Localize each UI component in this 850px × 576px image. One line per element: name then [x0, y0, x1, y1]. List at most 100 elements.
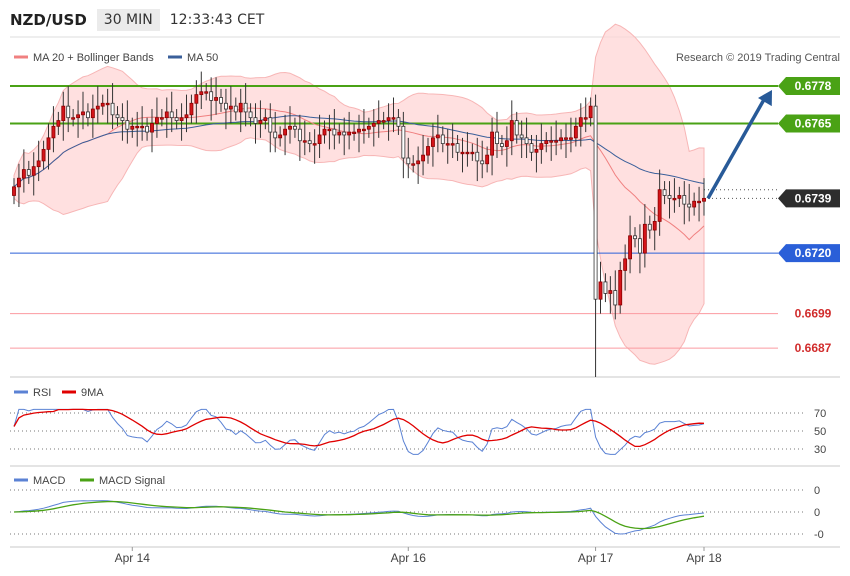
candle-body	[662, 189, 667, 196]
candle-body	[539, 143, 544, 150]
candle-body	[243, 102, 248, 113]
candle-body	[253, 117, 258, 124]
candle-body	[682, 195, 687, 205]
main-legend: MA 20 + Bollinger Bands MA 50 Research ©…	[14, 52, 840, 64]
candle-body	[61, 105, 66, 121]
candle-body	[352, 131, 356, 134]
candle-body	[573, 125, 578, 139]
candle-body	[174, 117, 179, 121]
candle-body	[569, 137, 573, 140]
candle-body	[672, 197, 677, 201]
candle-body	[588, 105, 593, 119]
candle-body	[608, 290, 613, 294]
candle-body	[519, 134, 524, 139]
macd-tick-label: -0	[814, 529, 824, 541]
candle-body	[219, 97, 223, 104]
macd-legend: MACD MACD Signal	[14, 475, 165, 487]
candle-body	[514, 120, 519, 136]
candle-body	[297, 128, 302, 142]
candle-body	[41, 148, 46, 162]
candle-body	[233, 105, 238, 113]
rsi-tick-label: 30	[814, 444, 826, 456]
x-tick-label: Apr 16	[391, 551, 427, 565]
candle-body	[228, 105, 233, 110]
candle-body	[238, 102, 243, 113]
candle-body	[495, 131, 499, 145]
rsi-legend-label: RSI	[33, 387, 51, 399]
candle-body	[460, 151, 465, 155]
candle-body	[391, 117, 396, 120]
candle-body	[214, 97, 218, 101]
candle-body	[120, 117, 125, 121]
candle-body	[135, 125, 140, 129]
target-price-label: 0.6687	[795, 341, 832, 355]
rsi-legend: RSI 9MA	[14, 387, 104, 399]
macd-tick-label: 0	[814, 485, 820, 497]
candle-body	[524, 137, 529, 145]
rsi-ma-legend-label: 9MA	[81, 387, 104, 399]
candle-body	[342, 131, 347, 136]
price-tags: 0.6778 0.6765 0.6739 0.6720 0.6699 0.6687	[778, 76, 840, 355]
candle-body	[421, 154, 425, 162]
candle-body	[184, 114, 189, 119]
candle-body	[401, 125, 406, 159]
macd-tick-label: 0	[814, 507, 820, 519]
candle-body	[362, 128, 366, 132]
candle-body	[504, 140, 509, 147]
candle-body	[283, 128, 287, 136]
candle-body	[164, 111, 169, 119]
candle-body	[194, 94, 199, 104]
bollinger-legend-label: MA 20 + Bollinger Bands	[33, 52, 154, 64]
candle-body	[327, 128, 332, 132]
candle-body	[642, 223, 647, 254]
candle-body	[293, 125, 297, 130]
target-price-label: 0.6699	[795, 307, 832, 321]
candle-body	[381, 120, 386, 123]
candle-body	[337, 131, 342, 136]
candle-body	[667, 195, 672, 199]
candle-body	[366, 125, 371, 130]
forecast-arrow	[706, 89, 772, 200]
candle-body	[628, 235, 632, 260]
candle-body	[278, 134, 283, 139]
candle-body	[657, 189, 662, 222]
candle-body	[268, 117, 273, 133]
candle-body	[435, 134, 440, 139]
forecast-arrow-shaft	[706, 95, 768, 200]
candle-body	[17, 177, 21, 188]
ma50-legend-label: MA 50	[187, 52, 218, 64]
candle-body	[603, 281, 608, 294]
candle-body	[155, 117, 159, 124]
candle-body	[130, 125, 135, 130]
support-price-label: 0.6720	[795, 246, 832, 260]
candle-body	[66, 105, 71, 119]
candle-body	[248, 111, 253, 119]
candle-body	[56, 120, 61, 127]
candle-body	[115, 114, 120, 119]
candle-body	[140, 125, 145, 129]
candle-body	[692, 200, 697, 208]
candle-body	[544, 140, 549, 145]
candle-body	[36, 160, 41, 168]
macd-line	[13, 500, 705, 535]
macd-panel: 0 0 -0	[10, 485, 824, 541]
candle-body	[652, 221, 657, 231]
candle-body	[426, 146, 430, 156]
candle-body	[647, 223, 652, 231]
candle-body	[702, 197, 706, 202]
candle-body	[224, 102, 228, 110]
candle-body	[258, 120, 263, 124]
candle-body	[445, 143, 450, 146]
candle-body	[376, 120, 381, 124]
candle-body	[204, 91, 209, 94]
macd-signal-line	[13, 500, 705, 530]
x-axis: Apr 14 Apr 16 Apr 17 Apr 18	[115, 547, 722, 565]
candle-body	[125, 120, 130, 130]
candle-body	[386, 117, 391, 121]
candle-body	[159, 117, 164, 120]
candle-body	[431, 137, 435, 147]
candle-body	[470, 151, 475, 155]
candle-body	[450, 143, 455, 146]
candle-body	[396, 117, 401, 127]
candle-body	[302, 140, 307, 143]
